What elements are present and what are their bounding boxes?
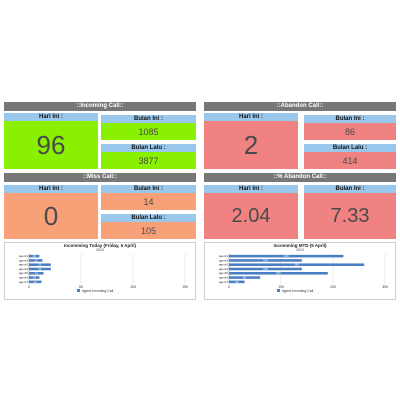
x-tick-label: 100	[130, 285, 136, 289]
pct-abandon-month-label: Bulan Ini :	[304, 185, 396, 193]
incoming-today-label: Hari Ini :	[4, 113, 98, 121]
x-tick-label: 200	[330, 285, 336, 289]
data-label: 220	[284, 254, 289, 258]
data-label: 30	[235, 280, 239, 284]
miss-month-value: 14	[101, 193, 196, 210]
data-label: 190	[276, 271, 281, 275]
data-label: 140	[263, 267, 268, 271]
legend-label: Agent Incoming Call	[282, 289, 314, 293]
miss-today-value: 0	[4, 193, 98, 239]
category-label: agent7	[19, 280, 29, 284]
legend-swatch	[77, 289, 80, 292]
incoming-last-month-label: Bulan Lalu :	[101, 144, 196, 152]
data-label: 13	[34, 258, 38, 262]
incoming-last-month-value: 3877	[101, 152, 196, 169]
abandon-today-label: Hari Ini :	[204, 113, 298, 121]
data-label: 12	[34, 280, 38, 284]
abandon-month-label: Bulan Ini :	[304, 115, 396, 123]
pct-abandon-today-label: Hari Ini :	[204, 185, 298, 193]
incoming-mtd-chart: Incomming MTD (5 April) 2013 0 100 200 300 a…	[204, 242, 396, 300]
x-tick-label: 0	[228, 285, 230, 289]
miss-last-month-label: Bulan Lalu :	[101, 214, 196, 222]
incoming-call-title: ::Incoming Call::	[4, 102, 196, 111]
data-label: 60	[243, 276, 247, 280]
x-tick-label: 300	[382, 285, 388, 289]
incoming-today-value: 96	[4, 121, 98, 169]
incoming-today-bar-chart: 0 50 100 150agent1 10agent2 13agent3 21agent4 2…	[19, 254, 188, 293]
miss-today-label: Hari Ini :	[4, 185, 98, 193]
incoming-mtd-bar-chart: 0 100 200 300agent1 220agent2 140agent3 260age…	[219, 254, 388, 293]
abandon-last-month-label: Bulan Lalu :	[304, 144, 396, 152]
x-tick-label: 150	[182, 285, 188, 289]
incoming-month-label: Bulan Ini :	[101, 115, 196, 123]
abandon-call-title: ::Abandon Call::	[204, 102, 396, 111]
abandon-today-value: 2	[204, 121, 298, 169]
abandon-month-value: 86	[304, 123, 396, 140]
miss-last-month-value: 105	[101, 222, 196, 239]
category-label: agent7	[219, 280, 229, 284]
miss-month-label: Bulan Ini :	[101, 185, 196, 193]
data-label: 21	[38, 267, 42, 271]
legend-label: Agent Incoming Call	[82, 289, 114, 293]
x-tick-label: 0	[28, 285, 30, 289]
legend-swatch	[277, 289, 280, 292]
data-label: 260	[294, 263, 299, 267]
miss-call-title: ::Miss Call::	[4, 173, 196, 182]
abandon-last-month-value: 414	[304, 152, 396, 169]
pct-abandon-today-value: 2.04	[204, 193, 298, 239]
pct-abandon-title: ::% Abandon Call::	[204, 173, 396, 182]
pct-abandon-month-value: 7.33	[304, 193, 396, 239]
incoming-month-value: 1085	[101, 123, 196, 140]
incoming-today-chart: Incomming Today (Friday, 5 April) 2013 0…	[4, 242, 196, 300]
data-label: 140	[263, 258, 268, 262]
